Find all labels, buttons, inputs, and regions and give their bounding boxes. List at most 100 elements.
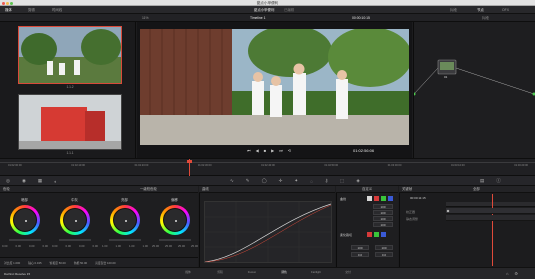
curve-editor[interactable] [204, 201, 332, 263]
keyframe-ruler[interactable] [446, 202, 535, 207]
lift-b-value[interactable]: 0.00 [43, 244, 48, 248]
color-page-button[interactable]: 调色 [274, 270, 294, 279]
gain-y-value[interactable]: 1.00 [102, 244, 107, 248]
high-soft-value[interactable]: 100 [375, 245, 393, 250]
media-page-button[interactable]: 媒体 [178, 270, 198, 279]
low-soft-value[interactable]: 100 [351, 245, 369, 250]
timeline-select[interactable]: Timeline 1 [248, 16, 268, 21]
3d-icon[interactable]: ◈ [356, 178, 359, 184]
nodes-tab[interactable]: 节点 [475, 8, 486, 13]
maximize-window-button[interactable] [10, 1, 13, 5]
lift-y-value[interactable]: 0.00 [2, 244, 7, 248]
keyframe-row-corrector[interactable]: 校正器 [406, 210, 415, 214]
qualifier-icon[interactable]: ✎ [246, 178, 250, 184]
keyframes-filter[interactable]: 全部 [473, 186, 480, 193]
key-icon[interactable]: ⚷ [325, 178, 328, 184]
tracker-icon[interactable]: ✛ [279, 178, 283, 184]
settings-icon[interactable]: ⚙ [514, 271, 518, 276]
gamma-g-value[interactable]: 0.00 [79, 244, 84, 248]
gallery-still-2[interactable] [18, 94, 122, 150]
keyframe-track-2[interactable] [446, 215, 535, 221]
soft-b-swatch[interactable] [381, 232, 386, 237]
playhead-handle-icon[interactable] [187, 160, 192, 163]
gallery-still-1[interactable] [18, 26, 122, 84]
gamma-b-value[interactable]: 0.00 [93, 244, 98, 248]
offset-r-value[interactable]: 25.00 [165, 244, 172, 248]
lift-master-slider[interactable] [9, 239, 41, 241]
gamma-master-slider[interactable] [59, 239, 91, 241]
lift-g-value[interactable]: 0.00 [29, 244, 34, 248]
scopes-icon[interactable]: ▤ [480, 178, 484, 184]
edit-page-button[interactable]: 剪辑 [210, 270, 230, 279]
fusion-page-button[interactable]: Fusion [242, 270, 262, 279]
home-icon[interactable]: ⌂ [506, 271, 508, 276]
timeline-tab[interactable]: 时间线 [50, 8, 64, 13]
r-channel-swatch[interactable] [374, 196, 379, 201]
motion-effects-icon[interactable]: ◐ [54, 179, 57, 184]
window-icon[interactable]: ◯ [262, 178, 267, 184]
gain-color-wheel[interactable] [110, 205, 140, 235]
y-channel-swatch[interactable] [367, 196, 372, 201]
minimize-window-button[interactable] [6, 1, 9, 5]
lift-r-value[interactable]: 0.00 [16, 244, 21, 248]
offset-color-wheel[interactable] [160, 205, 190, 235]
intensity-r-value[interactable]: 100 [373, 210, 393, 215]
gamma-y-value[interactable]: 0.00 [52, 244, 57, 248]
pivot-control[interactable]: 轴心 0.435 [28, 261, 41, 265]
gamma-r-value[interactable]: 0.00 [66, 244, 71, 248]
offset-master-slider[interactable] [159, 239, 191, 241]
magic-mask-icon[interactable]: ✦ [294, 178, 298, 184]
edit-tab[interactable]: 剪辑 [26, 8, 37, 13]
sizing-icon[interactable]: ⬚ [340, 178, 344, 184]
zoom-select[interactable]: 11% [140, 16, 151, 21]
gain-b-value[interactable]: 1.00 [143, 244, 148, 248]
ofx-tab[interactable]: OFX [500, 8, 511, 13]
soft-g-swatch[interactable] [374, 232, 379, 237]
skip-back-icon[interactable]: ⏮ [247, 148, 251, 153]
intensity-g-value[interactable]: 100 [373, 216, 393, 221]
gain-g-value[interactable]: 1.00 [129, 244, 134, 248]
blur-icon[interactable]: ◌ [310, 179, 313, 184]
curves-tool-icon[interactable]: ∿ [230, 178, 234, 184]
offset-y-value[interactable]: 25.00 [152, 244, 159, 248]
play-icon[interactable]: ▶ [271, 148, 274, 153]
ruler-tick: 01:03:00:00 [387, 164, 402, 167]
high-clip-value[interactable]: 0.0 [375, 252, 393, 257]
keyframe-track-1[interactable] [446, 208, 535, 214]
loop-icon[interactable]: ⟲ [288, 148, 291, 153]
deliver-page-button[interactable]: 交付 [338, 270, 358, 279]
custom-title[interactable]: 自定义 [362, 186, 372, 193]
offset-g-value[interactable]: 25.00 [178, 244, 185, 248]
lift-color-wheel[interactable] [10, 205, 40, 235]
fairlight-page-button[interactable]: Fairlight [306, 270, 326, 279]
lum-mix-control[interactable]: 亮度混合 100.00 [95, 261, 116, 265]
gain-master-slider[interactable] [109, 239, 141, 241]
intensity-b-value[interactable]: 100 [373, 222, 393, 227]
contrast-control[interactable]: 对比度 1.000 [4, 261, 20, 265]
primary-wheels-title[interactable]: 一级校色轮 [140, 186, 157, 193]
hue-control[interactable]: 色相 50.00 [74, 261, 87, 265]
media-pool-tab[interactable]: 媒体 [3, 8, 14, 13]
offset-b-value[interactable]: 25.00 [191, 244, 198, 248]
clips-select[interactable]: 片段 [480, 16, 491, 21]
stop-icon[interactable]: ■ [264, 148, 266, 153]
color-match-icon[interactable]: ◎ [6, 178, 10, 184]
b-channel-swatch[interactable] [388, 196, 393, 201]
gain-r-value[interactable]: 1.00 [116, 244, 121, 248]
clips-tab[interactable]: 片段 [448, 8, 459, 13]
skip-forward-icon[interactable]: ⏭ [279, 148, 283, 153]
custom-curve-label: 曲线 [340, 197, 347, 201]
keyframe-row-static[interactable]: 静态调整 [406, 217, 418, 221]
keyframe-playhead[interactable] [492, 194, 493, 266]
rgb-mixer-icon[interactable]: ▦ [38, 178, 42, 184]
low-clip-value[interactable]: 0.0 [351, 252, 369, 257]
intensity-y-value[interactable]: 100 [373, 204, 393, 209]
g-channel-swatch[interactable] [381, 196, 386, 201]
gamma-color-wheel[interactable] [60, 205, 90, 235]
info-icon[interactable]: ⓘ [496, 178, 501, 184]
step-back-icon[interactable]: ◀ [256, 148, 259, 153]
color-wheels-icon[interactable]: ◉ [22, 178, 26, 184]
saturation-control[interactable]: 饱和度 50.00 [50, 261, 66, 265]
close-window-button[interactable] [2, 1, 5, 5]
soft-r-swatch[interactable] [367, 232, 372, 237]
